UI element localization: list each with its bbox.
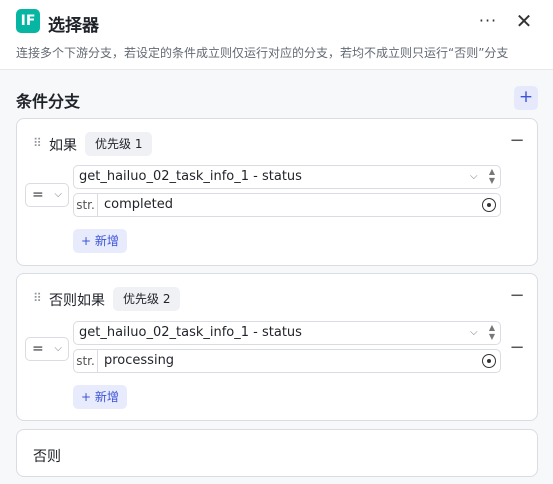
panel-title: 选择器: [48, 16, 99, 36]
value-input[interactable]: str. processing: [73, 349, 501, 373]
stepper-icon[interactable]: ▲ ▼: [487, 323, 497, 341]
variable-select[interactable]: get_hailuo_02_task_info_1 - status ⌵ ▲ ▼: [73, 165, 501, 189]
value-type-label: str.: [74, 194, 98, 216]
variable-select[interactable]: get_hailuo_02_task_info_1 - status ⌵ ▲ ▼: [73, 321, 501, 345]
chevron-down-icon: ⌵: [54, 189, 62, 200]
add-condition-button[interactable]: + 新增: [73, 385, 127, 409]
branch-label: 否则如果: [49, 293, 105, 309]
more-icon[interactable]: ···: [476, 9, 500, 33]
panel-description: 连接多个下游分支，若设定的条件成立则仅运行对应的分支，若均不成立则只运行“否则”…: [16, 46, 509, 60]
variable-name: get_hailuo_02_task_info_1: [79, 325, 250, 340]
variable-picker-icon[interactable]: [482, 198, 496, 212]
operator-select[interactable]: = ⌵: [25, 183, 69, 207]
drag-handle-icon[interactable]: ⠿: [33, 291, 43, 305]
variable-name: get_hailuo_02_task_info_1: [79, 169, 250, 184]
operator-value: =: [32, 341, 44, 357]
remove-branch-icon[interactable]: −: [509, 132, 525, 150]
value-type-label: str.: [74, 350, 98, 372]
if-node-icon: IF: [16, 9, 40, 33]
variable-picker-icon[interactable]: [482, 354, 496, 368]
operator-value: =: [32, 187, 44, 203]
variable-separator: -: [249, 169, 262, 184]
remove-branch-icon[interactable]: −: [509, 287, 525, 305]
stepper-icon[interactable]: ▲ ▼: [487, 167, 497, 185]
variable-field: status: [262, 325, 302, 340]
close-icon[interactable]: ✕: [512, 9, 536, 33]
value-input[interactable]: str. completed: [73, 193, 501, 217]
remove-condition-icon[interactable]: −: [509, 339, 525, 357]
branch-label: 如果: [49, 138, 77, 154]
value-text: processing: [104, 353, 175, 368]
else-label: 否则: [33, 449, 61, 465]
variable-separator: -: [249, 325, 262, 340]
add-condition-button[interactable]: + 新增: [73, 229, 127, 253]
variable-field: status: [262, 169, 302, 184]
branch-card-else-if: ⠿ 否则如果 优先级 2 − − = ⌵ get_hailuo_02_task_…: [16, 273, 538, 421]
section-title: 条件分支: [16, 92, 81, 111]
selector-panel: IF 选择器 ··· ✕ 连接多个下游分支，若设定的条件成立则仅运行对应的分支，…: [0, 0, 553, 484]
value-text: completed: [104, 197, 173, 212]
priority-badge: 优先级 1: [85, 132, 153, 156]
chevron-down-icon: ⌵: [470, 327, 478, 338]
operator-select[interactable]: = ⌵: [25, 337, 69, 361]
panel-header: IF 选择器 ··· ✕ 连接多个下游分支，若设定的条件成立则仅运行对应的分支，…: [0, 0, 553, 70]
drag-handle-icon[interactable]: ⠿: [33, 136, 43, 150]
branch-card-if: ⠿ 如果 优先级 1 − = ⌵ get_hailuo_02_task_info…: [16, 118, 538, 266]
branch-card-else: 否则: [16, 429, 538, 477]
chevron-down-icon: ⌵: [470, 171, 478, 182]
chevron-down-icon: ⌵: [54, 343, 62, 354]
priority-badge: 优先级 2: [113, 287, 181, 311]
add-branch-button[interactable]: +: [514, 86, 538, 110]
